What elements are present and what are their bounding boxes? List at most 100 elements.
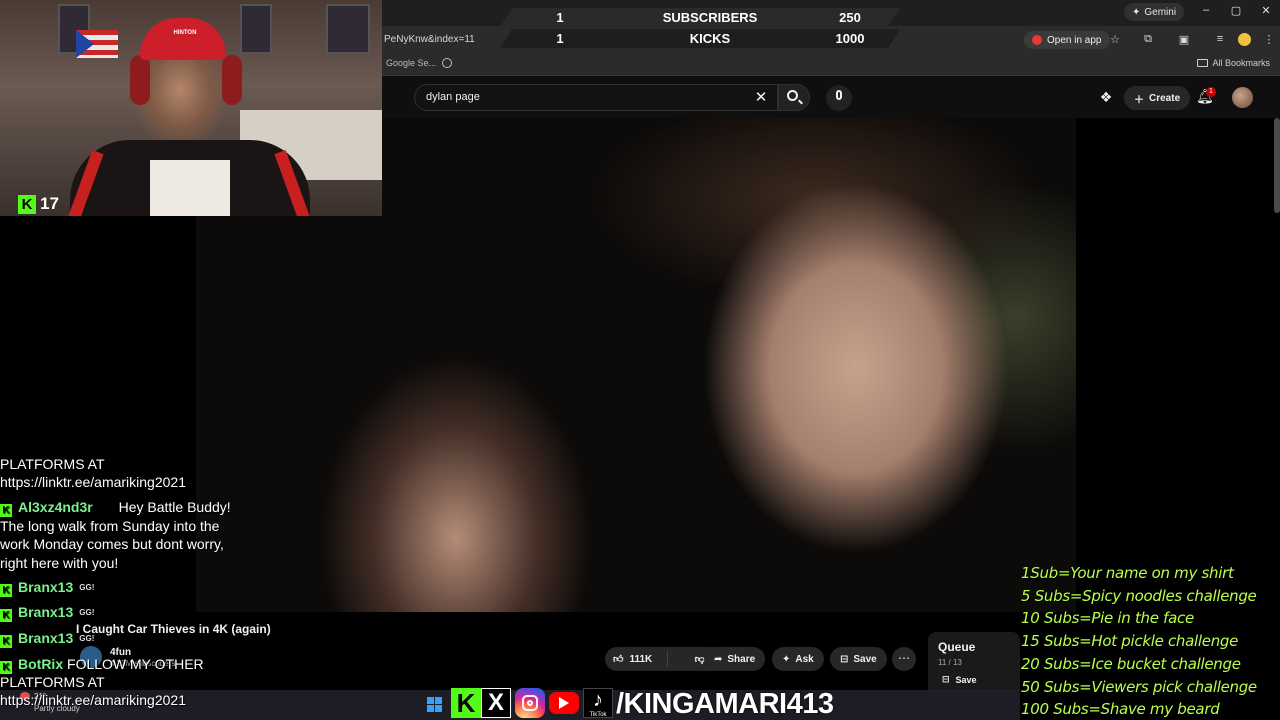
- goal-label: KICKS: [689, 31, 731, 46]
- chat-username: BotRix: [18, 656, 64, 672]
- reading-list-icon[interactable]: ≡: [1213, 33, 1227, 45]
- open-in-app-label: Open in app: [1047, 34, 1102, 46]
- like-button[interactable]: 👍︎ 111K: [605, 651, 668, 667]
- bookmark-label: Google Se...: [386, 58, 437, 68]
- note-icon: ♪: [593, 688, 603, 711]
- reward-item: 15 Subs=Hot pickle challenge: [1021, 632, 1239, 651]
- queue-save-label: Save: [955, 674, 977, 685]
- wall-poster: [326, 4, 370, 54]
- shirt-image: [150, 160, 230, 216]
- ask-button[interactable]: ✦ Ask: [772, 647, 824, 671]
- goal-row-kicks: 1 KICKS 1000: [500, 29, 900, 48]
- kick-icon: K: [0, 609, 12, 622]
- queue-save-button[interactable]: ⊟ Save: [942, 674, 977, 685]
- tab-search-icon[interactable]: ▣: [1177, 33, 1191, 46]
- goal-row-subscribers: 1 SUBSCRIBERS 250: [500, 8, 900, 27]
- avatar[interactable]: [1232, 87, 1253, 108]
- like-count: 111K: [629, 653, 653, 665]
- url-text[interactable]: PeNyKnw&index=11: [384, 34, 475, 45]
- goal-overlay: 1 SUBSCRIBERS 250 1 KICKS 1000: [500, 4, 900, 48]
- open-in-app-button[interactable]: Open in app: [1024, 31, 1110, 49]
- minimize-button[interactable]: –: [1198, 4, 1214, 16]
- queue-title: Queue: [938, 640, 976, 654]
- queue-count: 11 / 13: [938, 658, 962, 667]
- share-button[interactable]: ➦ Share: [704, 647, 766, 671]
- goal-target: 1000: [835, 31, 865, 46]
- gemini-label: Gemini: [1144, 6, 1177, 18]
- hat-text: HINTON: [173, 30, 197, 36]
- chat-text: The long walk from Sunday into the: [0, 518, 220, 534]
- chat-text: GG!: [79, 608, 95, 617]
- goal-label: SUBSCRIBERS: [662, 10, 758, 25]
- hat-image: [140, 18, 226, 60]
- bookmarks-bar: [382, 54, 1280, 76]
- star-icon[interactable]: ☆: [1108, 33, 1122, 46]
- chat-message: K Branx13 GG!: [0, 603, 94, 622]
- thumbs-up-icon: 👍︎: [613, 654, 624, 665]
- chat-text: FOLLOW MY OTHER: [67, 656, 204, 672]
- all-bookmarks-button[interactable]: All Bookmarks: [1197, 58, 1270, 68]
- close-button[interactable]: ✕: [1258, 4, 1274, 17]
- wall-poster: [240, 4, 272, 54]
- flag-image: [76, 30, 118, 58]
- bookmark-icon: ⊟: [942, 674, 950, 684]
- save-label: Save: [853, 653, 877, 665]
- plus-icon: ＋: [1134, 94, 1144, 106]
- reward-item: 20 Subs=Ice bucket challenge: [1021, 654, 1241, 673]
- share-label: Share: [727, 653, 756, 665]
- sparkle-icon: ✦: [1132, 6, 1141, 18]
- tiktok-logo-icon: ♪ TikTok: [583, 688, 613, 718]
- headset-image: [222, 55, 242, 105]
- webcam-overlay: HINTON K 17: [0, 0, 382, 216]
- chat-message: K BotRix FOLLOW MY OTHER: [0, 655, 204, 674]
- chat-text: PLATFORMS AT: [0, 674, 105, 690]
- chat-username: Branx13: [18, 604, 74, 620]
- extensions-icon[interactable]: ⧉: [1141, 33, 1155, 46]
- share-icon: ➦: [714, 653, 723, 665]
- gemini-button[interactable]: ✦ Gemini: [1124, 3, 1185, 21]
- instagram-logo-icon: [515, 688, 545, 718]
- chat-username: Al3xz4nd3r: [18, 499, 93, 515]
- scrollbar[interactable]: [1274, 118, 1280, 213]
- chat-text: work Monday comes but dont worry,: [0, 536, 224, 552]
- tiktok-label: TikTok: [589, 711, 607, 718]
- chat-text: https://linktr.ee/amariking2021: [0, 474, 186, 490]
- goal-current: 1: [556, 10, 564, 25]
- chrome-icon: [442, 58, 453, 68]
- more-actions-button[interactable]: ⋯: [892, 647, 916, 671]
- search-icon: [787, 90, 798, 101]
- kick-icon: K: [0, 504, 12, 517]
- reward-item: 10 Subs=Pie in the face: [1021, 609, 1194, 628]
- kick-icon: K: [0, 584, 12, 597]
- clear-search-icon[interactable]: ✕: [752, 88, 770, 106]
- premium-icon[interactable]: ❖: [1097, 89, 1115, 106]
- search-query[interactable]: dylan page: [426, 91, 480, 103]
- kick-viewer-count: K 17: [18, 194, 59, 214]
- ask-label: Ask: [795, 653, 814, 665]
- profile-icon[interactable]: [1238, 33, 1251, 46]
- sub-rewards-list: 1Sub=Your name on my shirt 5 Subs=Spicy …: [1021, 562, 1280, 720]
- chat-text: GG!: [79, 583, 95, 592]
- menu-icon[interactable]: ⋮: [1262, 33, 1276, 46]
- youtube-icon: [1032, 35, 1042, 45]
- chat-text: right here with you!: [0, 555, 119, 571]
- reward-item: 50 Subs=Viewers pick challenge: [1021, 677, 1257, 696]
- kick-icon: K: [18, 194, 36, 214]
- bookmark-icon: ⊟: [840, 653, 849, 665]
- create-button[interactable]: ＋ Create: [1124, 86, 1191, 110]
- kick-logo-icon: K: [451, 688, 481, 718]
- video-title: I Caught Car Thieves in 4K (again): [76, 622, 271, 636]
- all-bookmarks-label: All Bookmarks: [1212, 58, 1270, 68]
- windows-start-icon[interactable]: [427, 697, 442, 712]
- restore-button[interactable]: ▢: [1228, 4, 1244, 17]
- create-label: Create: [1149, 92, 1181, 104]
- reward-item: 5 Subs=Spicy noodles challenge: [1021, 586, 1257, 605]
- save-button[interactable]: ⊟ Save: [830, 647, 887, 671]
- notification-badge: 1: [1206, 87, 1216, 97]
- chat-username: Branx13: [18, 630, 74, 646]
- chat-message: K Branx13 GG!: [0, 578, 94, 597]
- bookmark-google[interactable]: Google Se...: [386, 58, 453, 68]
- chat-message: K Al3xz4nd3r Hey Battle Buddy!: [0, 498, 231, 517]
- chat-text: Hey Battle Buddy!: [118, 499, 231, 515]
- chat-username: Branx13: [18, 579, 74, 595]
